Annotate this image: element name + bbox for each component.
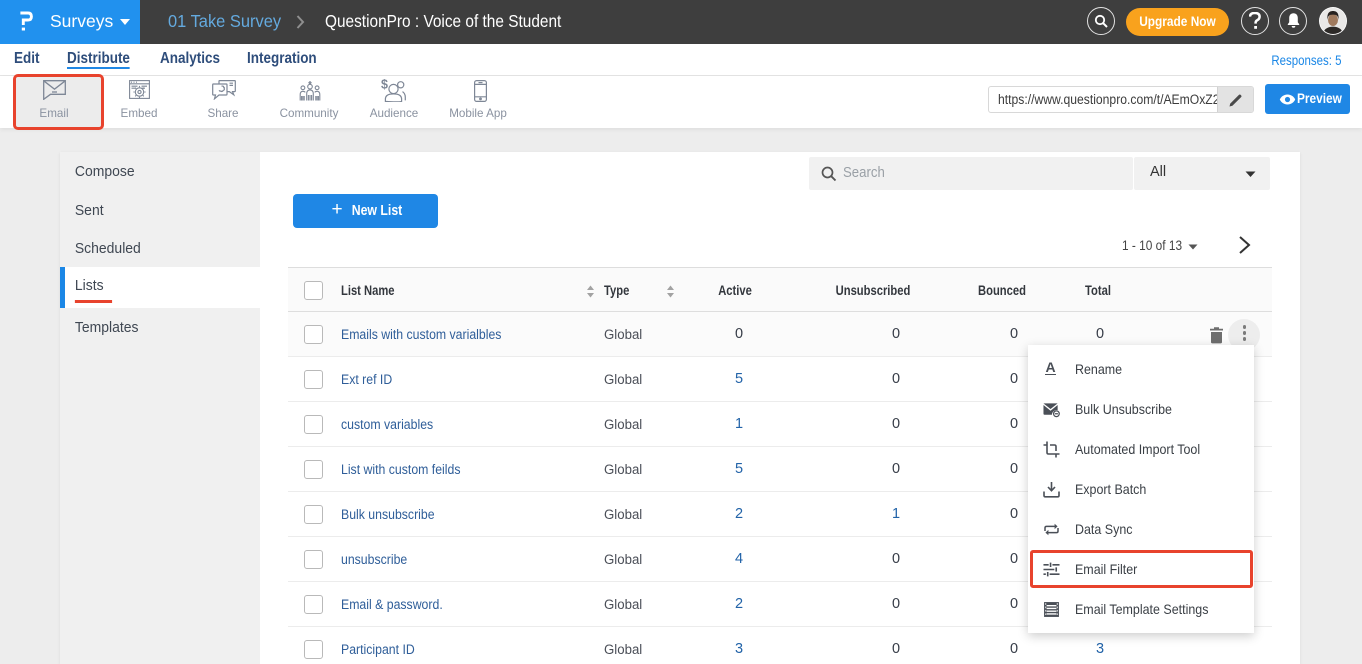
svg-text:$: $ bbox=[381, 79, 388, 92]
